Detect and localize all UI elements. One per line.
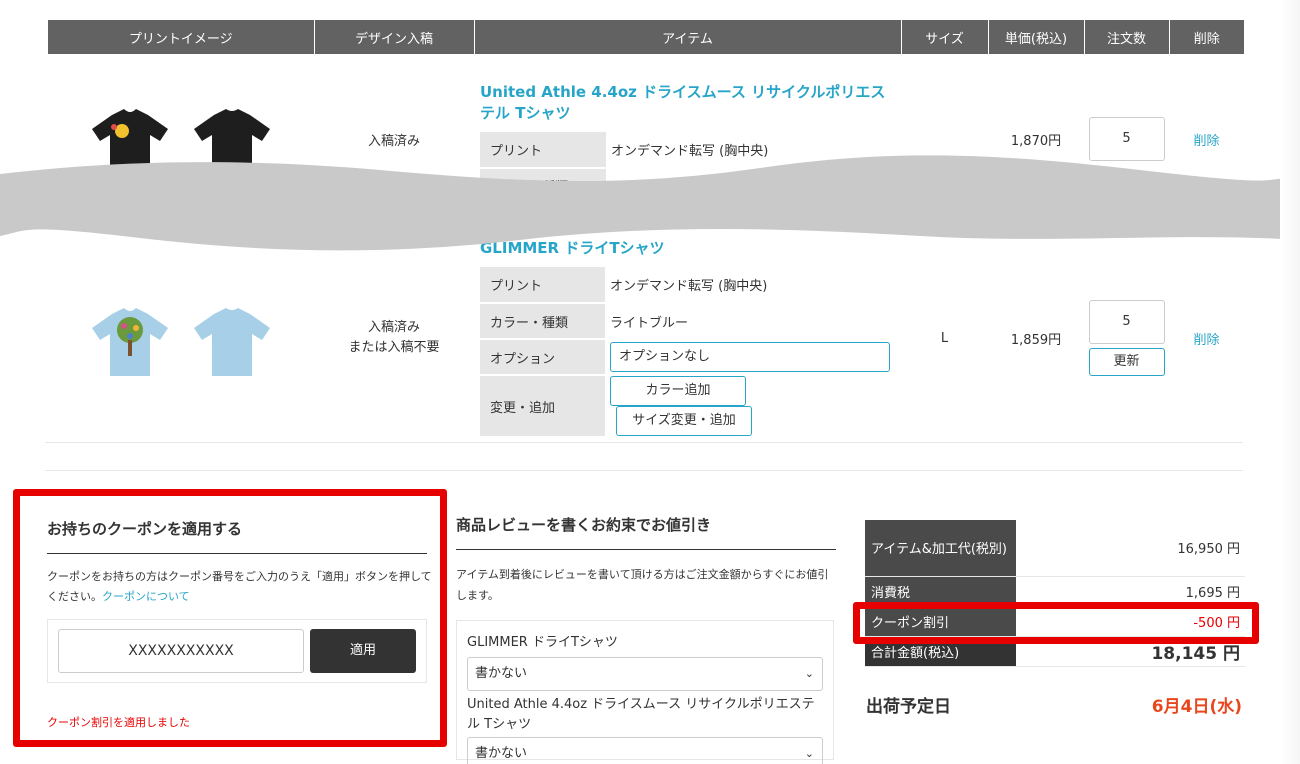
delete-link-2[interactable]: 削除: [1193, 333, 1219, 348]
header-size: サイズ: [901, 20, 989, 54]
row-divider: [45, 442, 1243, 443]
review-discount-panel: 商品レビューを書くお約束でお値引き アイテム到着後にレビューを書いて頂ける方はご…: [456, 514, 836, 764]
change-size-button[interactable]: サイズ変更・追加: [616, 406, 752, 436]
item-spec-2: プリント オンデマンド転写 (胸中央) カラー・種類 ライトブルー オプション オプシ…: [480, 267, 890, 438]
shipping-date-label: 出荷予定日: [866, 697, 951, 717]
coupon-info-link[interactable]: クーポンについて: [102, 590, 190, 603]
coupon-title: お持ちのクーポンを適用する: [47, 518, 427, 554]
review-item-list: GLIMMER ドライTシャツ 書かない ⌄ United Athle 4.4oz…: [456, 620, 834, 764]
cart-header-row: プリントイメージ デザイン入稿 アイテム サイズ 単価(税込) 注文数 削除: [48, 20, 1244, 54]
design-status-2-alt: または入稿不要: [348, 340, 440, 355]
option-select[interactable]: オプションなし: [610, 342, 890, 372]
print-label: プリント: [480, 267, 605, 304]
chevron-down-icon: ⌄: [804, 747, 814, 760]
review-description: アイテム到着後にレビューを書いて頂ける方はご注文金額からすぐにお値引します。: [456, 568, 829, 602]
coupon-form: XXXXXXXXXXX 適用: [47, 619, 427, 683]
review-item-name-1: GLIMMER ドライTシャツ: [467, 635, 618, 650]
chevron-down-icon: ⌄: [804, 667, 814, 680]
order-totals: アイテム&加工代(税別) 16,950 円 消費税 1,695 円 クーポン割引 -5…: [865, 520, 1245, 667]
header-delete: 削除: [1169, 20, 1244, 54]
quantity-input-2[interactable]: 5: [1088, 300, 1165, 344]
color-label: カラー・種類: [480, 303, 605, 340]
lightblue-tshirt-back-image: [194, 308, 270, 376]
color-value: ライトブルー: [605, 303, 890, 340]
header-price: 単価(税込): [988, 20, 1085, 54]
review-select-1[interactable]: 書かない ⌄: [467, 657, 823, 691]
print-images: [48, 292, 314, 384]
subtotal-row: アイテム&加工代(税別) 16,950 円: [865, 520, 1245, 577]
item-title-1[interactable]: United Athle 4.4oz ドライスムース リサイクルポリエステル T…: [480, 82, 895, 124]
print-value: オンデマンド転写 (胸中央): [605, 267, 890, 304]
apply-coupon-button[interactable]: 適用: [310, 629, 416, 673]
lightblue-tshirt-front-image: [92, 308, 168, 376]
shipping-date-value: 6月4日(水): [1151, 697, 1242, 717]
row-divider: [45, 470, 1243, 471]
subtotal-label: アイテム&加工代(税別): [865, 520, 1016, 577]
header-item: アイテム: [474, 20, 902, 54]
header-print-image: プリントイメージ: [48, 20, 315, 54]
option-label: オプション: [480, 339, 605, 376]
torn-page-divider: [0, 155, 1300, 251]
update-button[interactable]: 更新: [1088, 348, 1165, 376]
review-item-name-2: United Athle 4.4oz ドライスムース リサイクルポリエステル T…: [467, 697, 815, 732]
design-status-2: 入稿済み: [367, 320, 420, 335]
coupon-panel: お持ちのクーポンを適用する クーポンをお持ちの方はクーポン番号をご入力のうえ「適…: [13, 489, 447, 747]
header-qty: 注文数: [1084, 20, 1170, 54]
coupon-applied-message: クーポン割引を適用しました: [47, 716, 190, 729]
review-title: 商品レビューを書くお約束でお値引き: [456, 514, 836, 550]
subtotal-value: 16,950 円: [1016, 520, 1245, 577]
coupon-highlight-box: [853, 602, 1259, 644]
coupon-code-input[interactable]: XXXXXXXXXXX: [58, 629, 304, 673]
add-color-button[interactable]: カラー追加: [610, 376, 746, 406]
review-select-2[interactable]: 書かない ⌄: [467, 737, 823, 764]
change-label: 変更・追加: [480, 375, 605, 438]
page-edge: [1280, 0, 1300, 764]
header-design: デザイン入稿: [314, 20, 475, 54]
